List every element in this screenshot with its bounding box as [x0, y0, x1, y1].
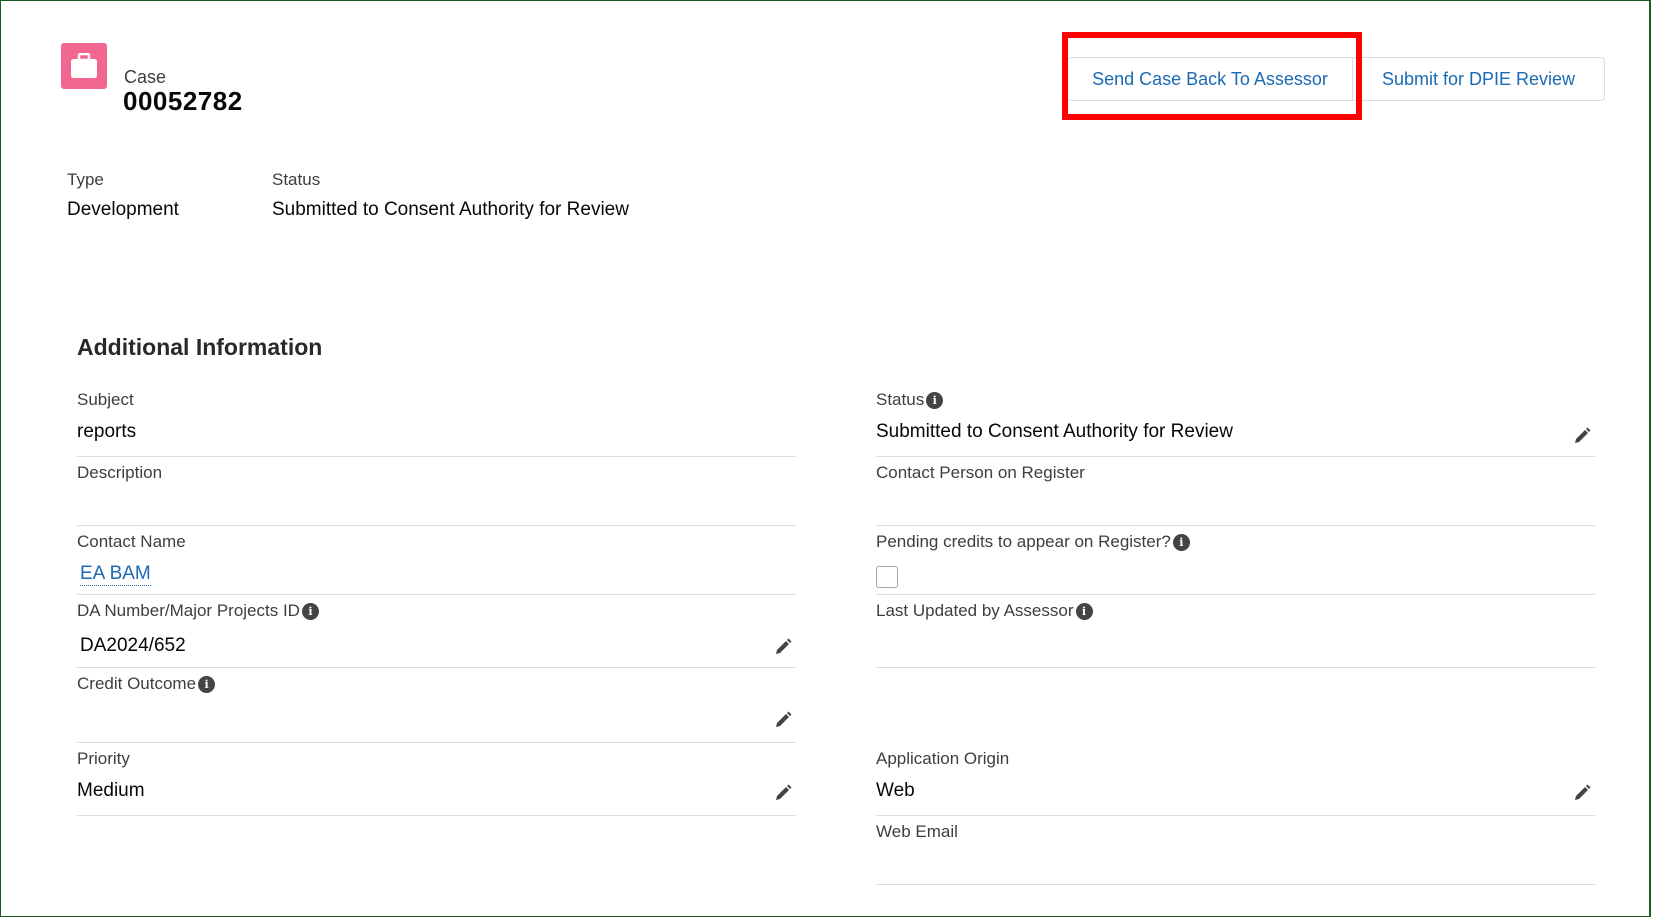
last-updated-label: Last Updated by Assessor i	[876, 601, 1093, 621]
last-updated-label-text: Last Updated by Assessor	[876, 601, 1074, 620]
status-value: Submitted to Consent Authority for Revie…	[272, 199, 629, 220]
priority-label: Priority	[77, 749, 130, 768]
section-title: Additional Information	[77, 334, 323, 360]
status-field-label: Status i	[876, 390, 944, 410]
submit-for-dpie-review-button[interactable]: Submit for DPIE Review	[1353, 57, 1605, 101]
pencil-icon[interactable]	[773, 710, 793, 730]
field-web-email: Web Email	[876, 816, 1595, 885]
info-icon[interactable]: i	[926, 391, 944, 409]
type-value: Development	[67, 199, 179, 220]
field-contact-person: Contact Person on Register	[876, 457, 1595, 526]
subject-label: Subject	[77, 390, 134, 409]
highlight-type: Type Development	[67, 170, 179, 221]
pending-credits-label: Pending credits to appear on Register? i	[876, 532, 1190, 552]
contact-person-label: Contact Person on Register	[876, 463, 1085, 482]
contact-name-link[interactable]: EA BAM	[80, 563, 151, 586]
pending-credits-checkbox[interactable]	[876, 566, 898, 588]
info-icon[interactable]: i	[1172, 533, 1190, 551]
da-number-value: DA2024/652	[80, 635, 186, 656]
field-pending-credits: Pending credits to appear on Register? i	[876, 526, 1595, 595]
da-number-label-text: DA Number/Major Projects ID	[77, 601, 300, 620]
field-priority: Priority Medium	[77, 743, 796, 816]
contact-name-label: Contact Name	[77, 532, 186, 551]
field-last-updated: Last Updated by Assessor i	[876, 595, 1595, 668]
pencil-icon[interactable]	[773, 637, 793, 657]
info-icon[interactable]: i	[198, 675, 216, 693]
info-icon[interactable]: i	[1075, 602, 1093, 620]
pencil-icon[interactable]	[1572, 426, 1592, 446]
field-credit-outcome: Credit Outcome i	[77, 668, 796, 743]
field-da-number: DA Number/Major Projects ID i DA2024/652	[77, 595, 796, 668]
header-actions: Send Case Back To Assessor Submit for DP…	[1067, 57, 1605, 101]
description-label: Description	[77, 463, 163, 482]
status-label: Status	[272, 170, 321, 189]
send-case-back-to-assessor-button[interactable]: Send Case Back To Assessor	[1067, 57, 1353, 101]
field-description: Description	[77, 457, 796, 526]
web-email-label: Web Email	[876, 822, 958, 841]
priority-value: Medium	[77, 780, 145, 801]
status-field-label-text: Status	[876, 390, 925, 409]
field-status: Status i Submitted to Consent Authority …	[876, 384, 1595, 457]
object-type-label: Case	[124, 67, 167, 87]
subject-value: reports	[77, 421, 137, 442]
pencil-icon[interactable]	[773, 783, 793, 803]
da-number-label: DA Number/Major Projects ID i	[77, 601, 319, 621]
type-label: Type	[67, 170, 104, 189]
field-contact-name: Contact Name EA BAM	[77, 526, 796, 595]
case-number: 00052782	[123, 86, 243, 116]
field-application-origin: Application Origin Web	[876, 743, 1595, 816]
briefcase-icon	[61, 43, 107, 89]
application-origin-label: Application Origin	[876, 749, 1010, 768]
highlight-status: Status Submitted to Consent Authority fo…	[272, 170, 629, 221]
application-origin-value: Web	[876, 780, 915, 801]
credit-outcome-label-text: Credit Outcome	[77, 674, 197, 693]
credit-outcome-label: Credit Outcome i	[77, 674, 216, 694]
pending-credits-label-text: Pending credits to appear on Register?	[876, 532, 1171, 551]
pencil-icon[interactable]	[1572, 783, 1592, 803]
status-field-value: Submitted to Consent Authority for Revie…	[876, 421, 1233, 442]
info-icon[interactable]: i	[301, 602, 319, 620]
field-subject: Subject reports	[77, 384, 796, 457]
